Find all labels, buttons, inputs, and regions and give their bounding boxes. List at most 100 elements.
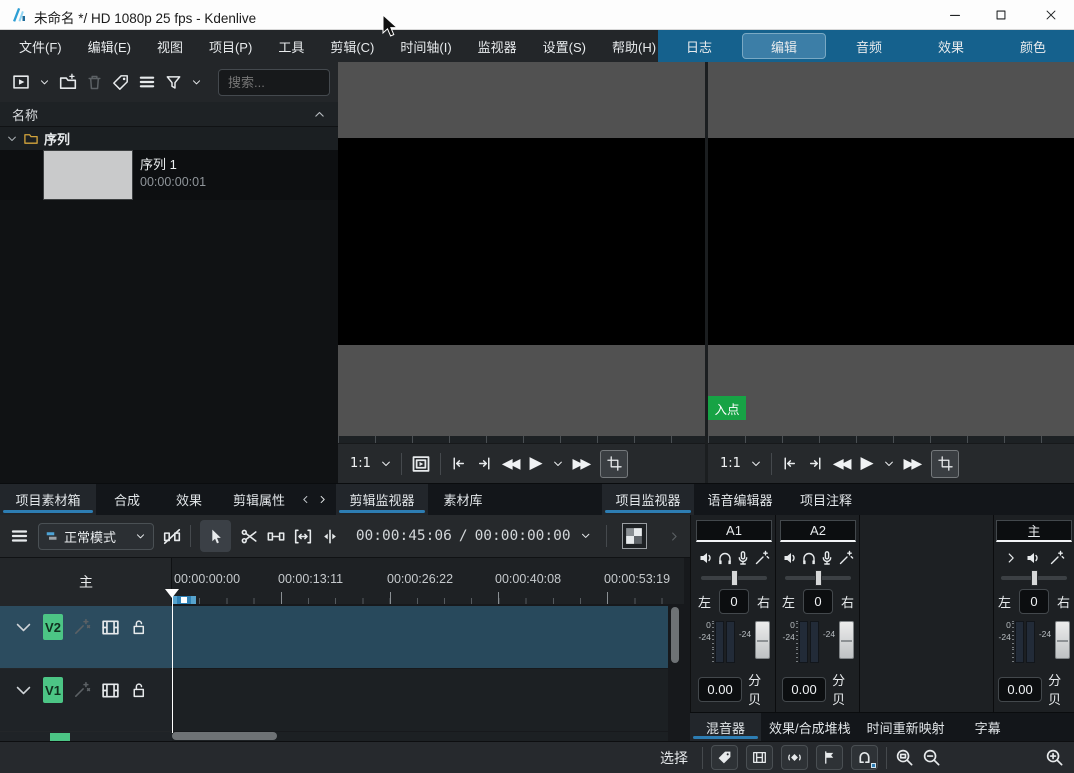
gain-value-box[interactable]: 0.00 (782, 677, 826, 702)
track-collapse-icon[interactable] (14, 681, 33, 700)
zone-mode-button[interactable] (931, 450, 959, 478)
mix-clips-icon[interactable] (163, 527, 181, 546)
project-monitor-video[interactable] (708, 138, 1074, 345)
gain-value-box[interactable]: 0.00 (998, 677, 1042, 702)
ripple-tool-icon[interactable] (321, 527, 339, 546)
pan-value-box[interactable]: 0 (719, 589, 749, 614)
zoom-chevron-icon[interactable] (380, 458, 392, 470)
track-v2-body[interactable] (172, 606, 668, 668)
timecode-display[interactable]: 00:00:45:06 / 00:00:00:00 (356, 528, 571, 544)
tab-subtitles[interactable]: 字幕 (961, 713, 1015, 741)
rewind-icon[interactable]: ◀◀ (833, 457, 852, 471)
track-lock-icon[interactable] (130, 619, 147, 636)
tab-clip-monitor[interactable]: 剪辑监视器 (336, 484, 428, 515)
play-chevron-icon[interactable] (552, 458, 564, 470)
minimize-button[interactable] (932, 0, 978, 30)
workspace-tab-editing[interactable]: 编辑 (742, 33, 826, 59)
tab-project-notes[interactable]: 项目注释 (786, 484, 866, 515)
video-thumbnails-toggle[interactable] (746, 745, 773, 770)
show-effects-icon[interactable] (838, 550, 854, 566)
track-thumbnails-icon[interactable] (101, 618, 120, 637)
fast-forward-icon[interactable]: ▶▶ (573, 457, 592, 471)
track-lock-icon[interactable] (130, 682, 147, 699)
pan-value-box[interactable]: 0 (1019, 589, 1049, 614)
mute-icon[interactable] (698, 550, 714, 566)
snap-toggle[interactable] (851, 745, 878, 770)
tab-effect-stack[interactable]: 效果/合成堆栈 (761, 713, 859, 741)
track-thumbnails-icon[interactable] (101, 681, 120, 700)
composition-preview-button[interactable] (622, 523, 647, 549)
pan-value-box[interactable]: 0 (803, 589, 833, 614)
audio-thumbnails-toggle[interactable] (781, 745, 808, 770)
track-v1-badge[interactable]: V1 (43, 677, 63, 703)
tab-clip-properties[interactable]: 剪辑属性 (220, 484, 294, 515)
filter-icon[interactable] (165, 74, 182, 91)
new-folder-icon[interactable] (59, 73, 77, 91)
menu-view[interactable]: 视图 (144, 30, 196, 62)
bin-folder-row[interactable]: 序列 (0, 127, 338, 150)
timeline-ruler[interactable]: 00:00:00:00 00:00:13:11 00:00:26:22 00:0… (172, 558, 684, 604)
add-clip-icon[interactable] (12, 73, 30, 91)
folder-expand-chevron-icon[interactable] (6, 133, 18, 145)
add-clip-chevron-icon[interactable] (39, 77, 50, 88)
collapse-mixer-icon[interactable] (1004, 551, 1018, 565)
tab-project-bin[interactable]: 项目素材箱 (0, 484, 96, 515)
zone-out-icon[interactable] (807, 455, 824, 472)
timeline-menu-icon[interactable] (10, 526, 29, 546)
maximize-button[interactable] (978, 0, 1024, 30)
pan-slider[interactable] (701, 576, 767, 580)
track-select-button[interactable]: 主 (996, 520, 1072, 542)
close-button[interactable] (1028, 0, 1074, 30)
track-collapse-icon[interactable] (14, 618, 33, 637)
timeline-horizontal-scrollbar[interactable] (172, 732, 277, 740)
show-tags-toggle[interactable] (711, 745, 738, 770)
show-effects-icon[interactable] (754, 550, 770, 566)
zone-in-icon[interactable] (450, 455, 467, 472)
record-mic-icon[interactable] (819, 550, 835, 566)
tabs-scroll-right-icon[interactable] (317, 494, 328, 505)
workspace-tab-audio[interactable]: 音频 (828, 30, 910, 62)
workspace-tab-logging[interactable]: 日志 (658, 30, 740, 62)
bin-clip-row[interactable]: 序列 1 00:00:00:01 (0, 150, 338, 200)
record-mic-icon[interactable] (735, 550, 751, 566)
search-input[interactable] (218, 69, 330, 96)
tab-compositions[interactable]: 合成 (96, 484, 158, 515)
menu-tool[interactable]: 工具 (265, 30, 317, 62)
pan-slider[interactable] (785, 576, 851, 580)
solo-headphones-icon[interactable] (717, 550, 733, 566)
menu-monitor[interactable]: 监视器 (465, 30, 530, 62)
monitor-overlay-icon[interactable] (411, 454, 431, 474)
zone-in-icon[interactable] (781, 455, 798, 472)
track-effects-icon[interactable] (73, 618, 91, 636)
tabs-scroll-left-icon[interactable] (300, 494, 311, 505)
clip-thumbnail[interactable] (43, 150, 133, 200)
clip-monitor-video[interactable] (338, 138, 705, 345)
tab-effects[interactable]: 效果 (158, 484, 220, 515)
volume-fader[interactable] (839, 621, 854, 659)
zoom-in-icon[interactable] (1045, 748, 1064, 767)
tab-mixer[interactable]: 混音器 (690, 713, 761, 741)
edit-mode-select[interactable]: 正常模式 (38, 523, 154, 550)
zone-mode-button[interactable] (600, 450, 628, 478)
show-markers-toggle[interactable] (816, 745, 843, 770)
monitor-zoom-label[interactable]: 1:1 (720, 457, 741, 470)
play-icon[interactable]: ▶ (529, 455, 542, 472)
play-chevron-icon[interactable] (883, 458, 895, 470)
master-track-button[interactable]: 主 (0, 572, 172, 592)
zoom-fit-icon[interactable] (895, 748, 914, 767)
menu-file[interactable]: 文件(F) (6, 30, 75, 62)
bin-menu-icon[interactable] (138, 73, 156, 91)
gain-value-box[interactable]: 0.00 (698, 677, 742, 702)
show-effects-icon[interactable] (1049, 550, 1065, 566)
collapse-header-icon[interactable] (313, 108, 326, 121)
select-tool-button[interactable] (200, 520, 230, 552)
tag-icon[interactable] (112, 74, 129, 91)
pan-slider-handle[interactable] (731, 570, 738, 586)
workspace-tab-color[interactable]: 颜色 (992, 30, 1074, 62)
workspace-tab-effects[interactable]: 效果 (910, 30, 992, 62)
clip-monitor-seekbar[interactable] (338, 436, 705, 443)
zone-out-icon[interactable] (476, 455, 493, 472)
fit-zone-icon[interactable] (294, 527, 312, 546)
filter-chevron-icon[interactable] (191, 77, 202, 88)
tab-project-monitor[interactable]: 项目监视器 (602, 484, 694, 515)
